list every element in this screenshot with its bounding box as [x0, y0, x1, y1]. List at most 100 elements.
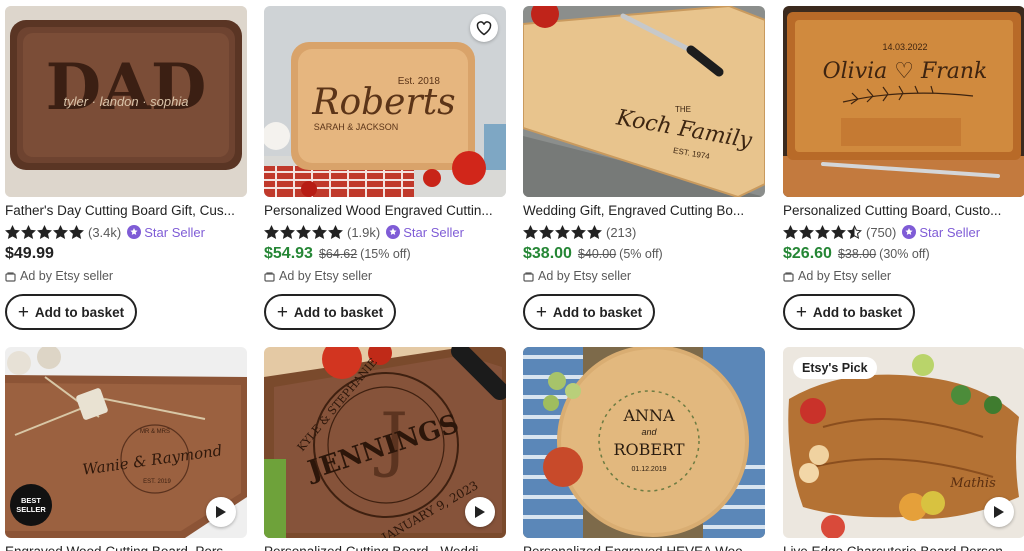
listing-card[interactable]: 14.03.2022 Olivia ♡ Frank Personalized C… [783, 6, 1024, 330]
star-icon [21, 224, 36, 239]
review-count: (213) [606, 224, 637, 240]
star-seller-label: Star Seller [144, 224, 205, 240]
listing-title[interactable]: Personalized Cutting Board, Custo... [783, 202, 1024, 219]
original-price: $38.00 [837, 247, 877, 261]
listing-title[interactable]: Personalized Wood Engraved Cuttin... [264, 202, 506, 219]
star-icon [53, 224, 68, 239]
play-video-button[interactable] [984, 497, 1014, 527]
sale-price: $38.00 [523, 245, 572, 262]
engraving-main: Olivia ♡ Frank [823, 59, 988, 84]
add-to-basket-button[interactable]: + Add to basket [5, 294, 137, 330]
ad-text: Ad by Etsy seller [279, 269, 373, 283]
listing-card[interactable]: ANNA and ROBERT 01.12.2019 Personalized … [523, 347, 765, 551]
star-icon [264, 224, 279, 239]
price-row: $49.99 [5, 245, 247, 265]
engraving-main: Mathis [949, 476, 996, 491]
plus-icon: + [535, 301, 547, 323]
product-image[interactable]: ANNA and ROBERT 01.12.2019 [523, 347, 765, 538]
product-image[interactable]: Mathis Etsy's Pick [783, 347, 1024, 538]
engraving-top: THE [675, 105, 691, 114]
price-row: $54.93 $64.62 (15% off) [264, 245, 506, 265]
rating: (1.9k) Star Seller [264, 223, 506, 241]
ad-icon [523, 271, 534, 282]
ad-text: Ad by Etsy seller [538, 269, 632, 283]
star-icon [571, 224, 586, 239]
product-image[interactable]: THE Koch Family EST. 1974 [523, 6, 765, 197]
price: $49.99 [5, 245, 54, 262]
review-count: (1.9k) [347, 224, 381, 240]
product-image[interactable]: J KYLE & STEPHANIE JENNINGS JANUARY 9, 2… [264, 347, 506, 538]
engraving-main: Roberts [311, 82, 455, 123]
add-to-basket-button[interactable]: + Add to basket [264, 294, 396, 330]
star-icon [783, 224, 798, 239]
listing-title[interactable]: Wedding Gift, Engraved Cutting Bo... [523, 202, 765, 219]
rating: (3.4k) Star Seller [5, 223, 247, 241]
star-rating [523, 224, 602, 240]
product-image[interactable]: 14.03.2022 Olivia ♡ Frank [783, 6, 1024, 197]
star-icon [296, 224, 311, 239]
star-icon [69, 224, 84, 239]
star-seller-label: Star Seller [919, 224, 981, 240]
add-to-basket-label: Add to basket [293, 304, 384, 320]
ad-icon [264, 271, 275, 282]
star-icon [587, 224, 602, 239]
listing-card[interactable]: J KYLE & STEPHANIE JENNINGS JANUARY 9, 2… [264, 347, 506, 551]
ad-text: Ad by Etsy seller [20, 269, 114, 283]
ad-icon [783, 271, 794, 282]
star-rating [5, 224, 84, 240]
star-seller-badge: Star Seller [902, 225, 980, 240]
price-row: $38.00 $40.00 (5% off) [523, 245, 765, 265]
engraving-top: 14.03.2022 [882, 42, 927, 52]
play-icon [475, 506, 485, 518]
play-video-button[interactable] [206, 497, 236, 527]
listing-title[interactable]: Live Edge Charcuterie Board Person... [783, 543, 1024, 551]
listing-title[interactable]: Father's Day Cutting Board Gift, Cus... [5, 202, 247, 219]
listing-title[interactable]: Personalized Engraved HEVEA Woo... [523, 543, 765, 551]
add-to-basket-label: Add to basket [552, 304, 643, 320]
listing-card[interactable]: Mathis Etsy's Pick Live Edge Charcuterie… [783, 347, 1024, 551]
listing-title[interactable]: Personalized Cutting Board - Weddi... [264, 543, 506, 551]
listing-card[interactable]: MR & MRS Wanie & Raymond EST. 2019 BEST … [5, 347, 247, 551]
heart-icon [476, 20, 492, 35]
ad-text: Ad by Etsy seller [798, 269, 892, 283]
rating: (750) Star Seller [783, 223, 1024, 241]
play-video-button[interactable] [465, 497, 495, 527]
engraving-sub: 01.12.2019 [631, 466, 666, 473]
ad-label[interactable]: Ad by Etsy seller [264, 268, 506, 284]
product-image[interactable]: MR & MRS Wanie & Raymond EST. 2019 BEST … [5, 347, 247, 538]
star-seller-icon [902, 225, 917, 239]
review-count: (3.4k) [88, 224, 122, 240]
engraving-top: MR & MRS [140, 429, 170, 435]
rating: (213) [523, 223, 765, 241]
engraving-top: ANNA [622, 406, 675, 425]
engraving-main: ROBERT [613, 440, 684, 459]
product-image[interactable]: DAD tyler · landon · sophia [5, 6, 247, 197]
engraving-mid: and [641, 427, 657, 437]
ad-label[interactable]: Ad by Etsy seller [523, 268, 765, 284]
plus-icon: + [276, 301, 288, 323]
add-to-basket-label: Add to basket [812, 304, 903, 320]
ad-icon [5, 271, 16, 282]
play-icon [994, 506, 1004, 518]
favorite-button[interactable] [470, 14, 498, 42]
star-icon [831, 224, 846, 239]
ad-label[interactable]: Ad by Etsy seller [783, 268, 1024, 284]
ad-label[interactable]: Ad by Etsy seller [5, 268, 247, 284]
star-icon [37, 224, 52, 239]
engraving-main: DAD [46, 50, 207, 125]
engraving-sub: SARAH & JACKSON [314, 122, 399, 132]
star-seller-label: Star Seller [403, 224, 464, 240]
listing-title[interactable]: Engraved Wood Cutting Board, Pers... [5, 543, 247, 551]
star-icon [312, 224, 327, 239]
star-seller-icon [127, 225, 142, 239]
add-to-basket-button[interactable]: + Add to basket [783, 294, 915, 330]
listing-card[interactable]: Est. 2018 Roberts SARAH & JACKSON Person… [264, 6, 506, 330]
plus-icon: + [795, 301, 807, 323]
star-icon [328, 224, 343, 239]
add-to-basket-button[interactable]: + Add to basket [523, 294, 655, 330]
star-seller-badge: Star Seller [386, 225, 464, 240]
listing-card[interactable]: THE Koch Family EST. 1974 Wedding Gift, … [523, 6, 765, 330]
product-image[interactable]: Est. 2018 Roberts SARAH & JACKSON [264, 6, 506, 197]
listing-card[interactable]: DAD tyler · landon · sophia Father's Day… [5, 6, 247, 330]
star-rating [264, 224, 343, 240]
